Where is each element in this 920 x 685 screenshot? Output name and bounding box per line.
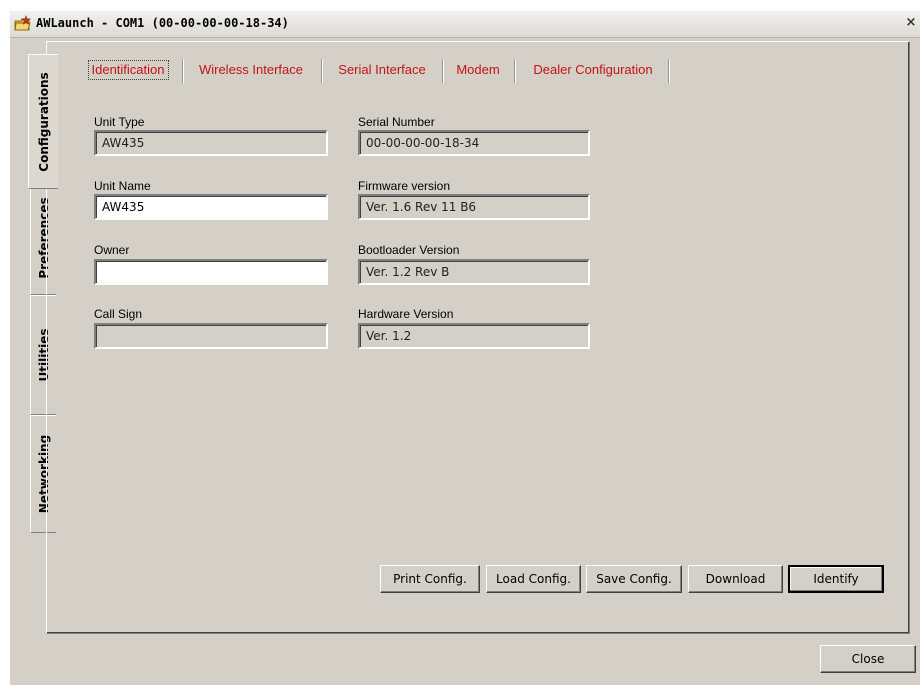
- hardware-version-label: Hardware Version: [358, 307, 454, 321]
- firmware-version-label: Firmware version: [358, 179, 451, 193]
- close-icon[interactable]: ×: [904, 15, 918, 31]
- tab-wireless-interface[interactable]: Wireless Interface: [189, 57, 313, 85]
- unit-type-field: AW435: [94, 130, 328, 156]
- tab-identification[interactable]: Identification: [79, 57, 177, 85]
- call-sign-field: [94, 323, 328, 349]
- title-bar[interactable]: AWLaunch - COM1 (00-00-00-00-18-34) ×: [10, 11, 920, 38]
- tab-serial-interface[interactable]: Serial Interface: [329, 57, 435, 85]
- tab-strip: Identification Wireless Interface Serial…: [71, 57, 671, 85]
- hardware-version-field: Ver. 1.2: [358, 323, 590, 349]
- close-button[interactable]: Close: [820, 645, 916, 673]
- tab-divider: [182, 59, 183, 83]
- side-tab-configurations[interactable]: Configurations: [28, 54, 58, 189]
- tab-label: Dealer Configuration: [533, 62, 653, 77]
- folder-star-icon: [14, 15, 31, 31]
- save-config-button[interactable]: Save Config.: [586, 565, 682, 593]
- tab-label: Identification: [87, 60, 169, 80]
- tab-divider: [442, 59, 443, 83]
- tab-divider: [514, 59, 515, 83]
- bootloader-version-field: Ver. 1.2 Rev B: [358, 259, 590, 285]
- load-config-button[interactable]: Load Config.: [486, 565, 581, 593]
- print-config-button[interactable]: Print Config.: [380, 565, 480, 593]
- tab-label: Modem: [456, 62, 500, 77]
- call-sign-label: Call Sign: [94, 307, 143, 321]
- owner-label: Owner: [94, 243, 130, 257]
- tab-dealer-configuration[interactable]: Dealer Configuration: [521, 57, 665, 85]
- bootloader-version-label: Bootloader Version: [358, 243, 460, 257]
- firmware-version-field: Ver. 1.6 Rev 11 B6: [358, 194, 590, 220]
- tab-divider: [668, 59, 669, 83]
- identify-button[interactable]: Identify: [788, 565, 884, 593]
- tab-label: Serial Interface: [338, 62, 426, 77]
- owner-input[interactable]: [94, 259, 328, 285]
- serial-number-label: Serial Number: [358, 115, 435, 129]
- tab-modem[interactable]: Modem: [448, 57, 508, 85]
- tab-label: Wireless Interface: [198, 62, 304, 77]
- window-title: AWLaunch - COM1 (00-00-00-00-18-34): [36, 16, 289, 30]
- unit-name-input[interactable]: AW435: [94, 194, 328, 220]
- side-tab-label: Configurations: [36, 71, 51, 172]
- download-button[interactable]: Download: [688, 565, 783, 593]
- tab-divider: [321, 59, 322, 83]
- unit-name-label: Unit Name: [94, 179, 151, 193]
- unit-type-label: Unit Type: [94, 115, 145, 129]
- serial-number-field: 00-00-00-00-18-34: [358, 130, 590, 156]
